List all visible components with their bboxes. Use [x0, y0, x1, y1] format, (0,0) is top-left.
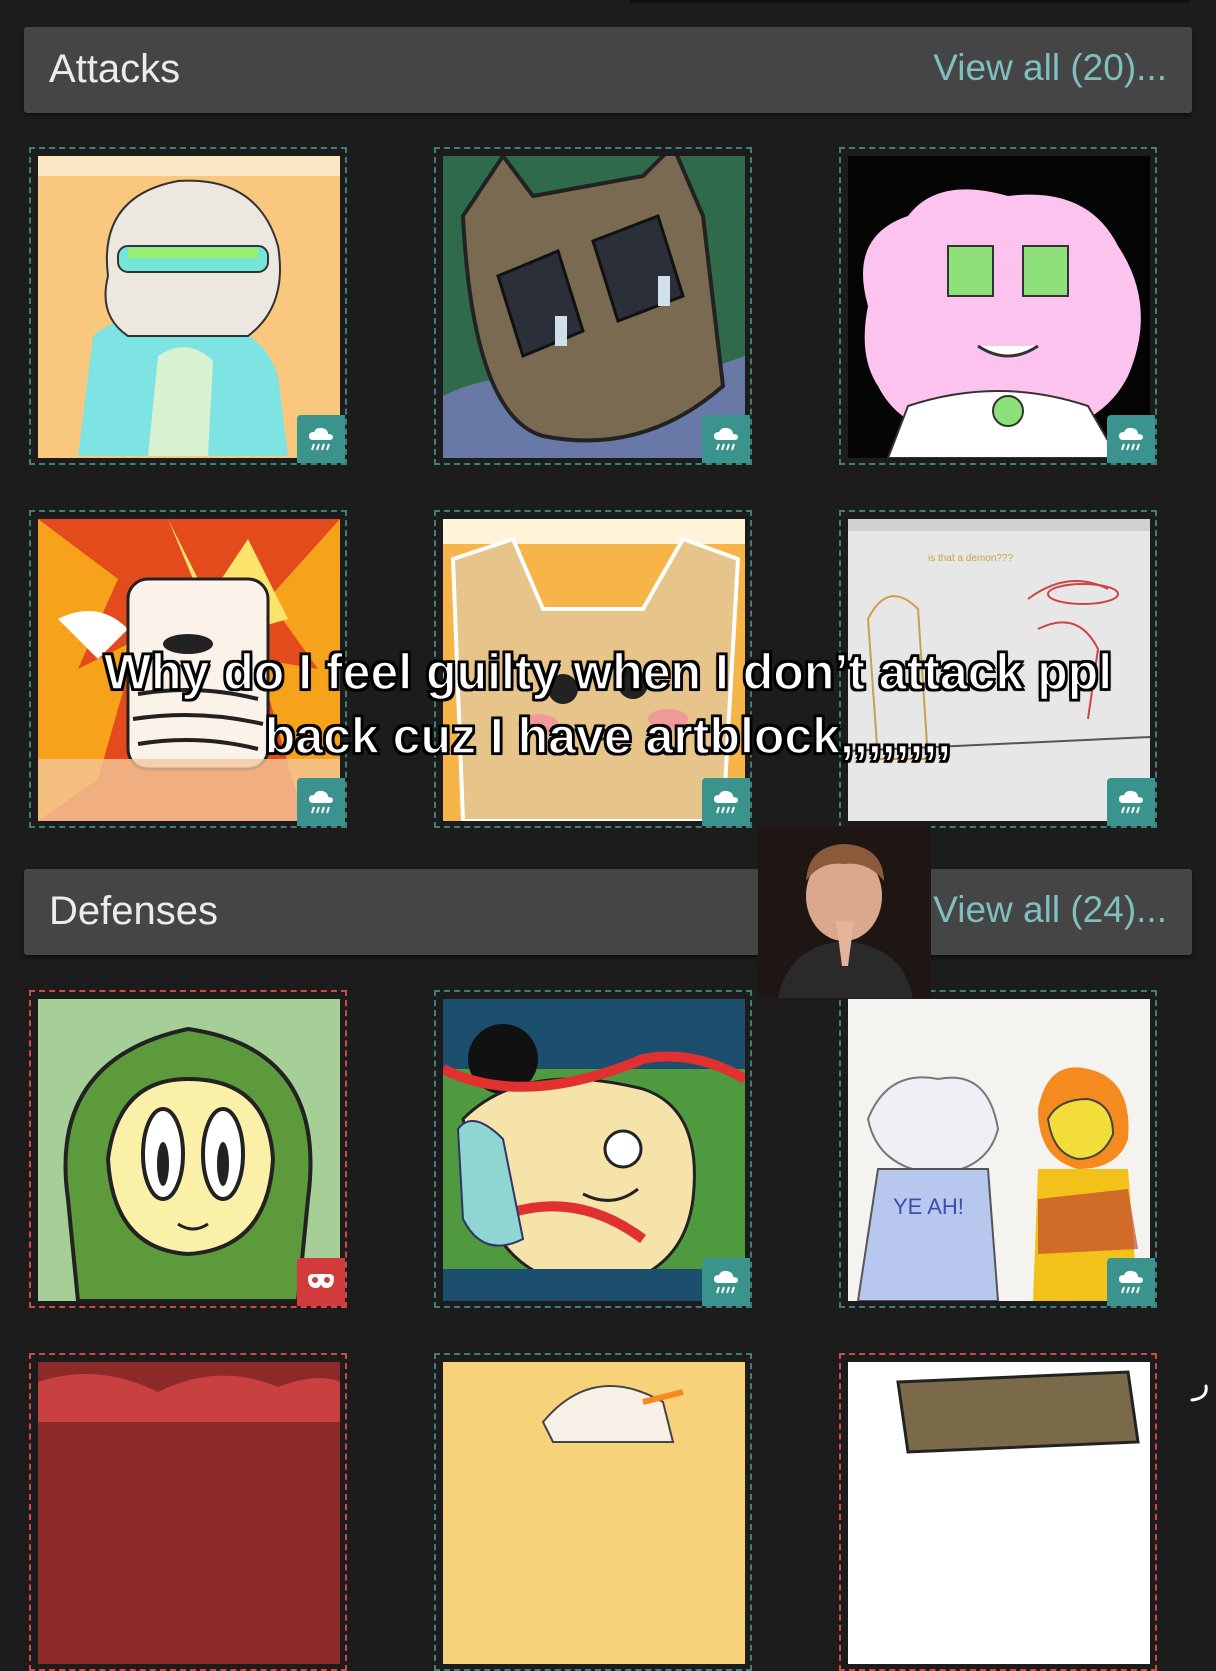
- defense-thumbnail[interactable]: [434, 990, 752, 1308]
- defense-thumbnail[interactable]: [29, 1353, 347, 1671]
- rain-cloud-icon: [702, 415, 750, 463]
- artwork-image: [848, 1362, 1150, 1664]
- artwork-image: [38, 999, 340, 1301]
- video-caption: Why do I feel guilty when I don’t attack…: [0, 640, 1216, 768]
- caption-line-2: back cuz I have artblock,,,,,,,,: [264, 707, 952, 765]
- attacks-title: Attacks: [49, 47, 181, 91]
- yeah-text: YE AH!: [893, 1194, 964, 1219]
- defense-thumbnail[interactable]: [29, 990, 347, 1308]
- demon-note: is that a demon???: [928, 553, 1013, 564]
- rain-cloud-icon: [702, 1258, 750, 1306]
- rain-cloud-icon: [297, 778, 345, 826]
- defense-thumbnail[interactable]: [839, 1353, 1157, 1671]
- attacks-view-all-link[interactable]: View all (20)...: [933, 47, 1167, 89]
- artwork-image: [38, 156, 340, 458]
- webcam-overlay: [758, 826, 931, 998]
- mask-icon: [297, 1258, 345, 1306]
- defense-thumbnail[interactable]: [434, 1353, 752, 1671]
- rain-cloud-icon: [702, 778, 750, 826]
- rain-cloud-icon: [1107, 415, 1155, 463]
- top-divider: [630, 0, 1190, 3]
- artwork-image: [848, 156, 1150, 458]
- defenses-title: Defenses: [49, 889, 218, 933]
- attack-thumbnail[interactable]: [29, 147, 347, 465]
- caption-line-1: Why do I feel guilty when I don’t attack…: [103, 643, 1113, 701]
- defense-thumbnail[interactable]: YE AH!: [839, 990, 1157, 1308]
- defenses-view-all-link[interactable]: View all (24)...: [933, 889, 1167, 931]
- artwork-image: [443, 156, 745, 458]
- streamer-image: [758, 826, 931, 998]
- rain-cloud-icon: [1107, 778, 1155, 826]
- rain-cloud-icon: [1107, 1258, 1155, 1306]
- artwork-image: [443, 999, 745, 1301]
- artwork-image: [443, 1362, 745, 1664]
- attack-thumbnail[interactable]: [434, 147, 752, 465]
- artwork-image: [38, 1362, 340, 1664]
- defenses-header: Defenses View all (24)...: [24, 869, 1192, 955]
- attacks-header: Attacks View all (20)...: [24, 27, 1192, 113]
- rain-cloud-icon: [297, 415, 345, 463]
- loading-spinner-icon: [1186, 1380, 1210, 1404]
- artwork-image: YE AH!: [848, 999, 1150, 1301]
- attack-thumbnail[interactable]: [839, 147, 1157, 465]
